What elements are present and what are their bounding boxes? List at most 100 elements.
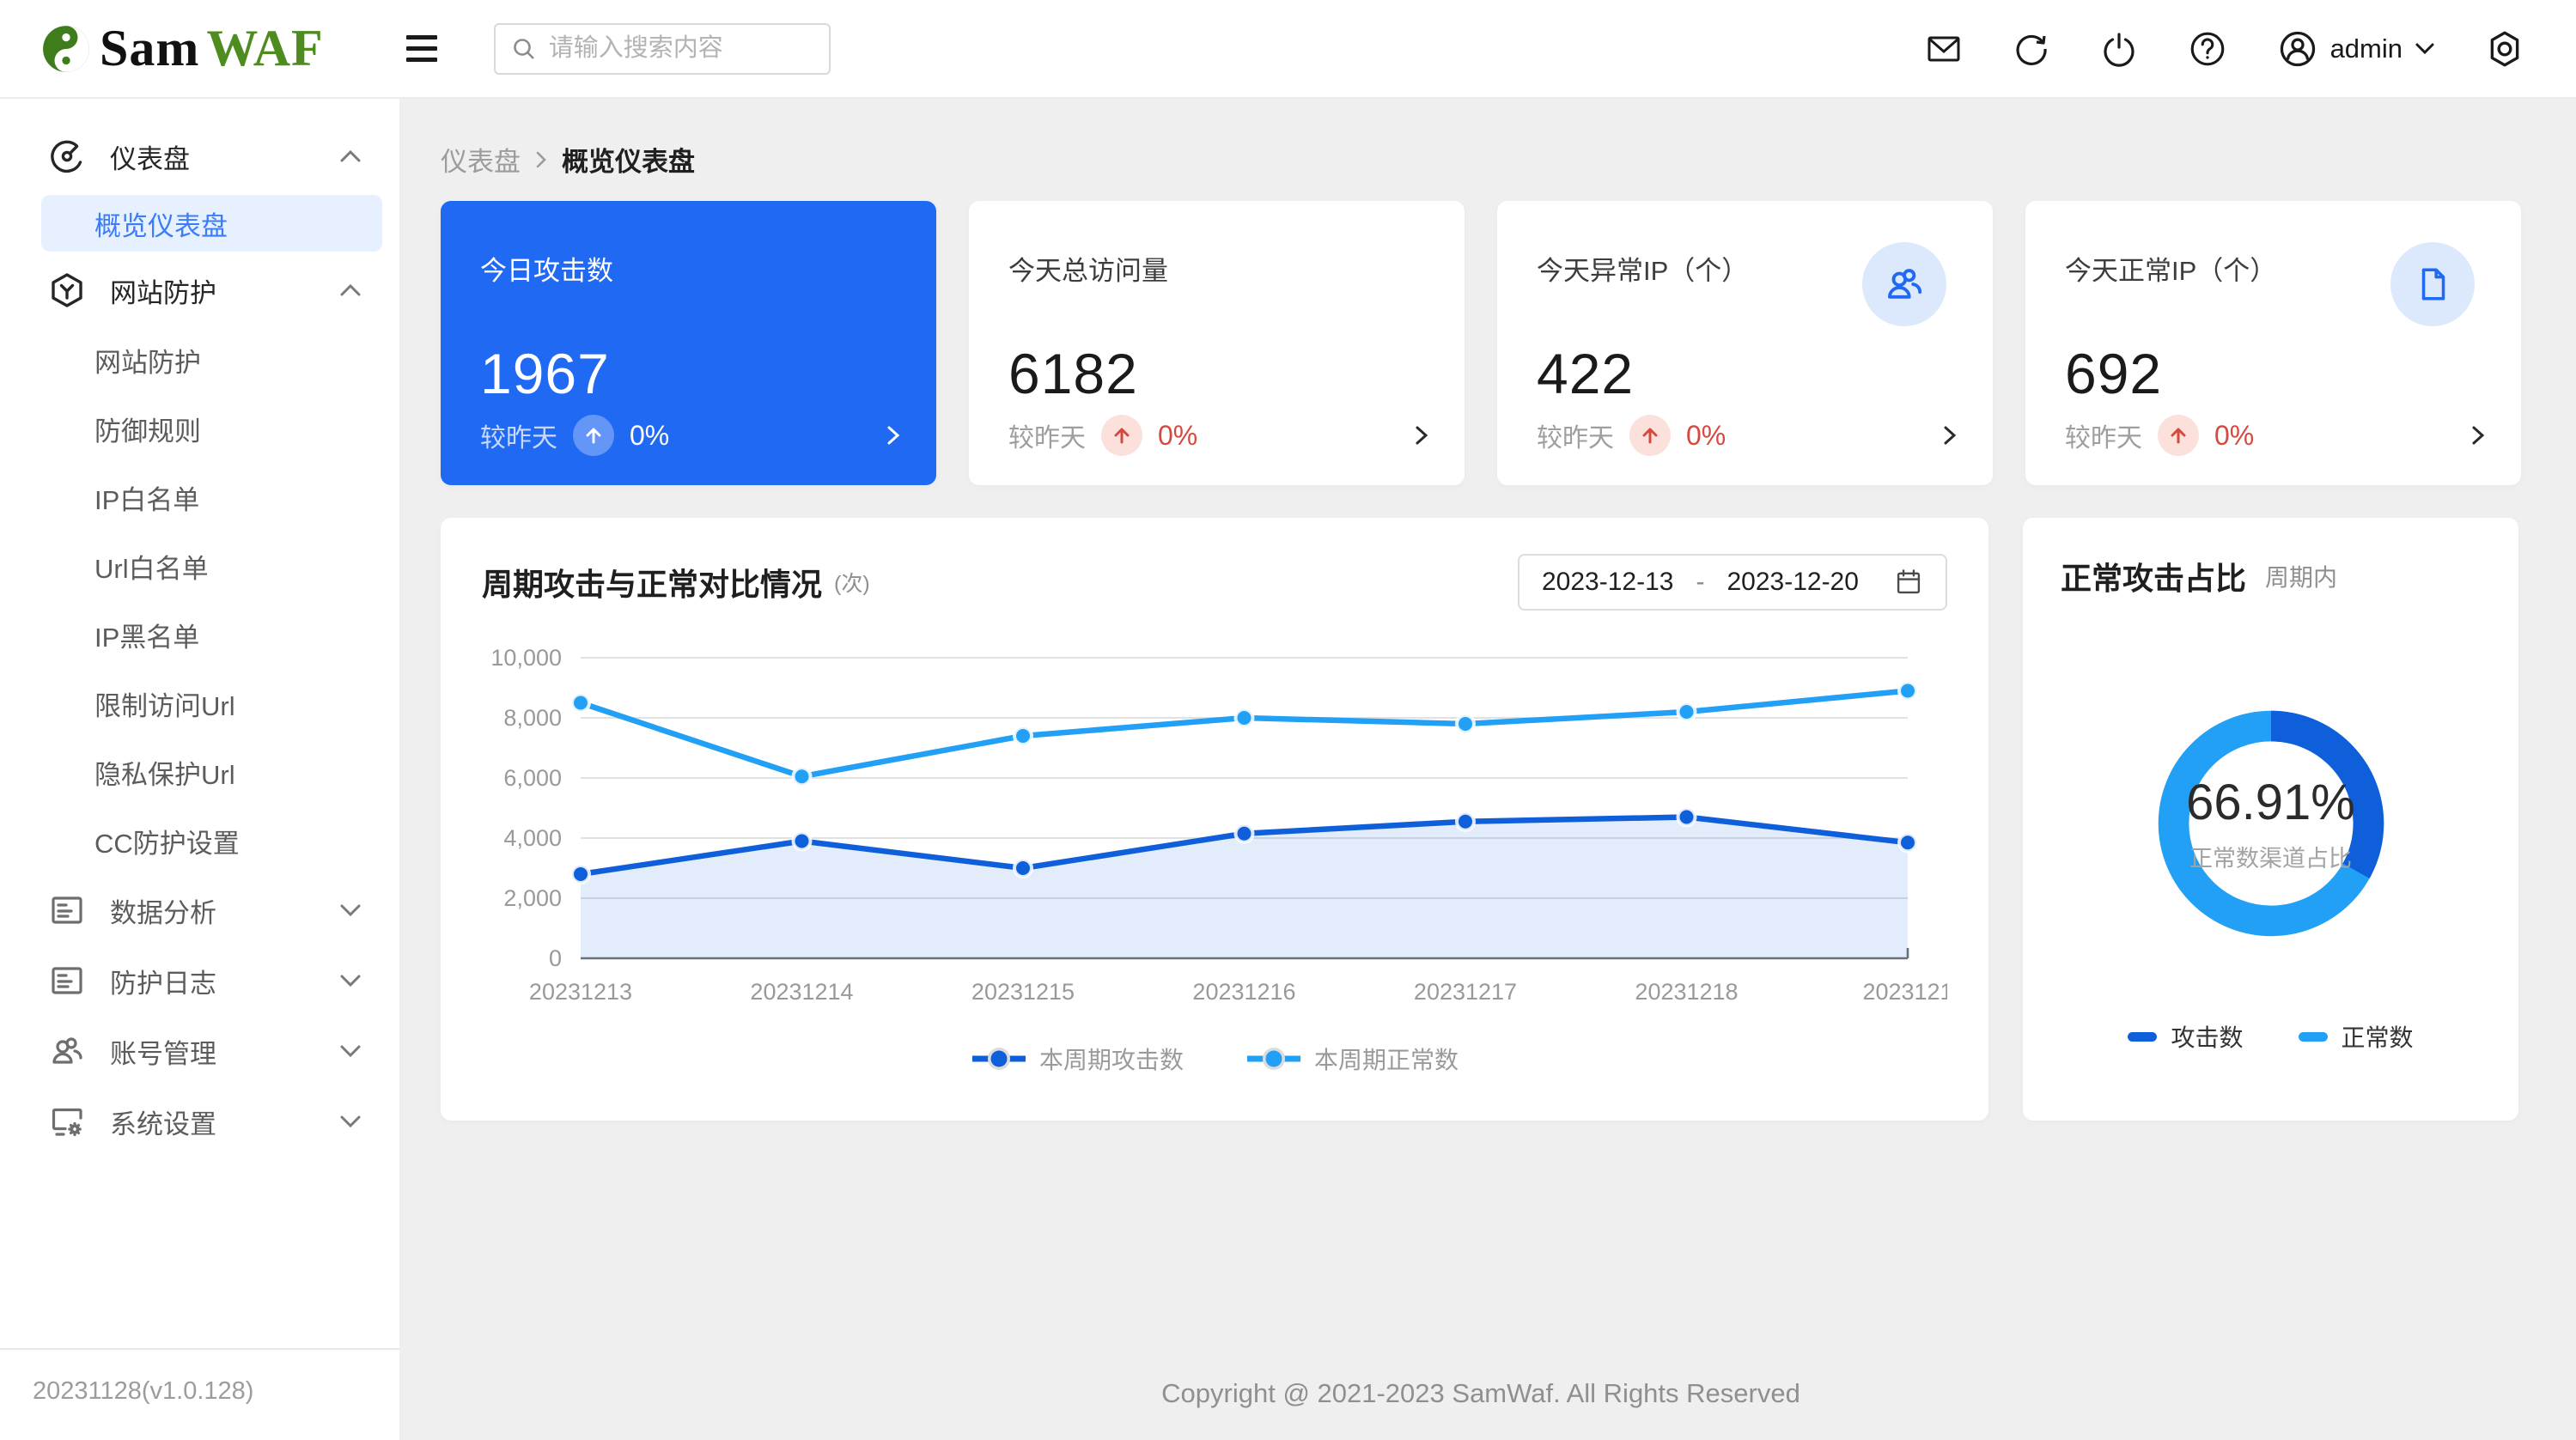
stat-card-today-visits[interactable]: 今天总访问量 6182 较昨天 0% bbox=[969, 201, 1465, 485]
arrow-up-icon bbox=[1101, 415, 1142, 456]
logo-text-waf: WAF bbox=[206, 20, 323, 76]
mail-icon[interactable] bbox=[1925, 30, 1963, 68]
sidebar-item-label: 网站防护 bbox=[110, 271, 315, 310]
sidebar-item-label: 概览仪表盘 bbox=[94, 204, 228, 243]
chart-unit: (次) bbox=[834, 567, 870, 598]
sidebar-item-url-whitelist[interactable]: Url白名单 bbox=[0, 532, 399, 600]
sidebar-item-site-protection-group[interactable]: 网站防护 bbox=[0, 255, 399, 325]
line-legend-item[interactable]: 本周期攻击数 bbox=[971, 1042, 1184, 1076]
svg-text:10,000: 10,000 bbox=[490, 645, 562, 671]
svg-text:4,000: 4,000 bbox=[503, 825, 562, 851]
username-label: admin bbox=[2330, 33, 2402, 64]
shield-hex-icon bbox=[48, 271, 86, 309]
date-separator: - bbox=[1696, 568, 1704, 597]
date-end: 2023-12-20 bbox=[1726, 568, 1858, 597]
search-box bbox=[494, 23, 831, 75]
sidebar-item-protection-logs[interactable]: 防护日志 bbox=[0, 945, 399, 1016]
sidebar-item-label: 限制访问Url bbox=[94, 684, 235, 723]
logo-text-sam: Sam bbox=[100, 20, 199, 76]
donut-center-value: 66.91% bbox=[2186, 774, 2355, 831]
help-icon[interactable] bbox=[2188, 29, 2227, 69]
svg-text:6,000: 6,000 bbox=[503, 765, 562, 791]
sidebar-item-ip-blacklist[interactable]: IP黑名单 bbox=[0, 600, 399, 669]
sidebar-item-ip-whitelist[interactable]: IP白名单 bbox=[0, 463, 399, 532]
sidebar-item-label: 系统设置 bbox=[110, 1103, 315, 1141]
monitor-gear-icon bbox=[48, 1103, 86, 1140]
donut-legend-item[interactable]: 正常数 bbox=[2299, 1019, 2414, 1054]
donut-legend-item[interactable]: 攻击数 bbox=[2128, 1019, 2243, 1054]
card-value: 6182 bbox=[1008, 341, 1425, 406]
yinyang-logo-icon bbox=[41, 24, 91, 74]
sidebar-item-system-settings[interactable]: 系统设置 bbox=[0, 1086, 399, 1157]
card-title: 今日攻击数 bbox=[480, 249, 897, 288]
svg-text:20231215: 20231215 bbox=[971, 979, 1075, 1005]
sidebar-item-label: 防御规则 bbox=[94, 410, 201, 448]
chevron-right-icon[interactable] bbox=[2471, 424, 2485, 447]
chevron-down-icon bbox=[2415, 42, 2435, 56]
stat-card-today-abnormal-ip[interactable]: 今天异常IP（个） 422 较昨天 0% bbox=[1497, 201, 1993, 485]
stat-cards-row: 今日攻击数 1967 较昨天 0% 今天总访问量 6182 较昨天 bbox=[441, 201, 2521, 485]
card-value: 422 bbox=[1537, 341, 1953, 406]
sidebar-item-label: CC防护设置 bbox=[94, 822, 240, 860]
stat-card-today-normal-ip[interactable]: 今天正常IP（个） 692 较昨天 0% bbox=[2025, 201, 2521, 485]
app-logo[interactable]: SamWAF bbox=[41, 19, 324, 78]
sidebar-item-defense-rules[interactable]: 防御规则 bbox=[0, 394, 399, 463]
breadcrumb: 仪表盘 概览仪表盘 bbox=[441, 140, 2521, 179]
user-group-icon bbox=[48, 1032, 86, 1070]
sidebar-item-site-protection[interactable]: 网站防护 bbox=[0, 325, 399, 394]
chevron-right-icon[interactable] bbox=[886, 424, 900, 447]
chevron-right-icon[interactable] bbox=[1415, 424, 1428, 447]
donut-center-label: 正常数渠道占比 bbox=[2189, 840, 2352, 873]
breadcrumb-current: 概览仪表盘 bbox=[562, 140, 695, 179]
svg-text:20231213: 20231213 bbox=[529, 979, 632, 1005]
percent-value: 0% bbox=[630, 420, 669, 452]
arrow-up-icon bbox=[573, 415, 614, 456]
compare-label: 较昨天 bbox=[1008, 416, 1086, 454]
user-avatar-icon bbox=[2277, 28, 2318, 70]
search-input[interactable] bbox=[549, 34, 813, 63]
line-chart-panel: 周期攻击与正常对比情况 (次) 2023-12-13 - 2023-12-20 bbox=[441, 518, 1988, 1121]
chevron-right-icon[interactable] bbox=[1943, 424, 1957, 447]
sidebar-item-account-management[interactable]: 账号管理 bbox=[0, 1016, 399, 1086]
sidebar-item-label: 防护日志 bbox=[110, 962, 315, 1000]
power-icon[interactable] bbox=[2100, 30, 2138, 68]
sidebar-item-data-analysis[interactable]: 数据分析 bbox=[0, 875, 399, 945]
svg-text:2023121: 2023121 bbox=[1862, 979, 1947, 1005]
sidebar-item-dashboard[interactable]: 仪表盘 bbox=[0, 121, 399, 191]
legend-label: 本周期正常数 bbox=[1314, 1042, 1459, 1076]
chevron-right-icon bbox=[534, 149, 548, 170]
sidebar-item-label: IP白名单 bbox=[94, 478, 199, 517]
top-header: SamWAF bbox=[0, 0, 2576, 99]
sidebar-item-label: 隐私保护Url bbox=[94, 753, 235, 792]
breadcrumb-parent[interactable]: 仪表盘 bbox=[441, 140, 521, 179]
line-legend-item[interactable]: 本周期正常数 bbox=[1245, 1042, 1459, 1076]
sidebar-item-label: IP黑名单 bbox=[94, 616, 199, 654]
sidebar-item-restricted-url[interactable]: 限制访问Url bbox=[0, 669, 399, 738]
sidebar-item-overview-dashboard[interactable]: 概览仪表盘 bbox=[41, 195, 382, 252]
refresh-icon[interactable] bbox=[2013, 30, 2050, 68]
sidebar-item-label: 数据分析 bbox=[110, 891, 315, 930]
sidebar-item-cc-protection[interactable]: CC防护设置 bbox=[0, 806, 399, 875]
main-content: 仪表盘 概览仪表盘 今日攻击数 1967 较昨天 0% bbox=[399, 99, 2576, 1440]
panels-row: 周期攻击与正常对比情况 (次) 2023-12-13 - 2023-12-20 bbox=[441, 518, 2521, 1121]
compare-label: 较昨天 bbox=[2065, 416, 2142, 454]
line-chart-svg: 02,0004,0006,0008,00010,0002023121320231… bbox=[482, 628, 1947, 1040]
donut-subtitle: 周期内 bbox=[2265, 559, 2337, 593]
user-menu[interactable]: admin bbox=[2277, 28, 2435, 70]
chevron-up-icon bbox=[339, 283, 362, 297]
sidebar-item-privacy-url[interactable]: 隐私保护Url bbox=[0, 738, 399, 806]
gauge-icon bbox=[48, 137, 86, 175]
date-range-picker[interactable]: 2023-12-13 - 2023-12-20 bbox=[1518, 554, 1947, 611]
chevron-down-icon bbox=[339, 974, 362, 987]
sidebar: 仪表盘 概览仪表盘 网站防护 网 bbox=[0, 99, 399, 1440]
menu-toggle-button[interactable] bbox=[406, 35, 437, 62]
sidebar-nav: 仪表盘 概览仪表盘 网站防护 网 bbox=[0, 99, 399, 1157]
version-label: 20231128(v1.0.128) bbox=[0, 1348, 399, 1440]
log-file-icon bbox=[48, 962, 86, 999]
compare-label: 较昨天 bbox=[480, 416, 557, 454]
stat-card-today-attacks[interactable]: 今日攻击数 1967 较昨天 0% bbox=[441, 201, 936, 485]
compare-label: 较昨天 bbox=[1537, 416, 1614, 454]
chevron-down-icon bbox=[339, 1044, 362, 1058]
svg-text:2,000: 2,000 bbox=[503, 885, 562, 911]
settings-gear-icon[interactable] bbox=[2485, 29, 2524, 69]
